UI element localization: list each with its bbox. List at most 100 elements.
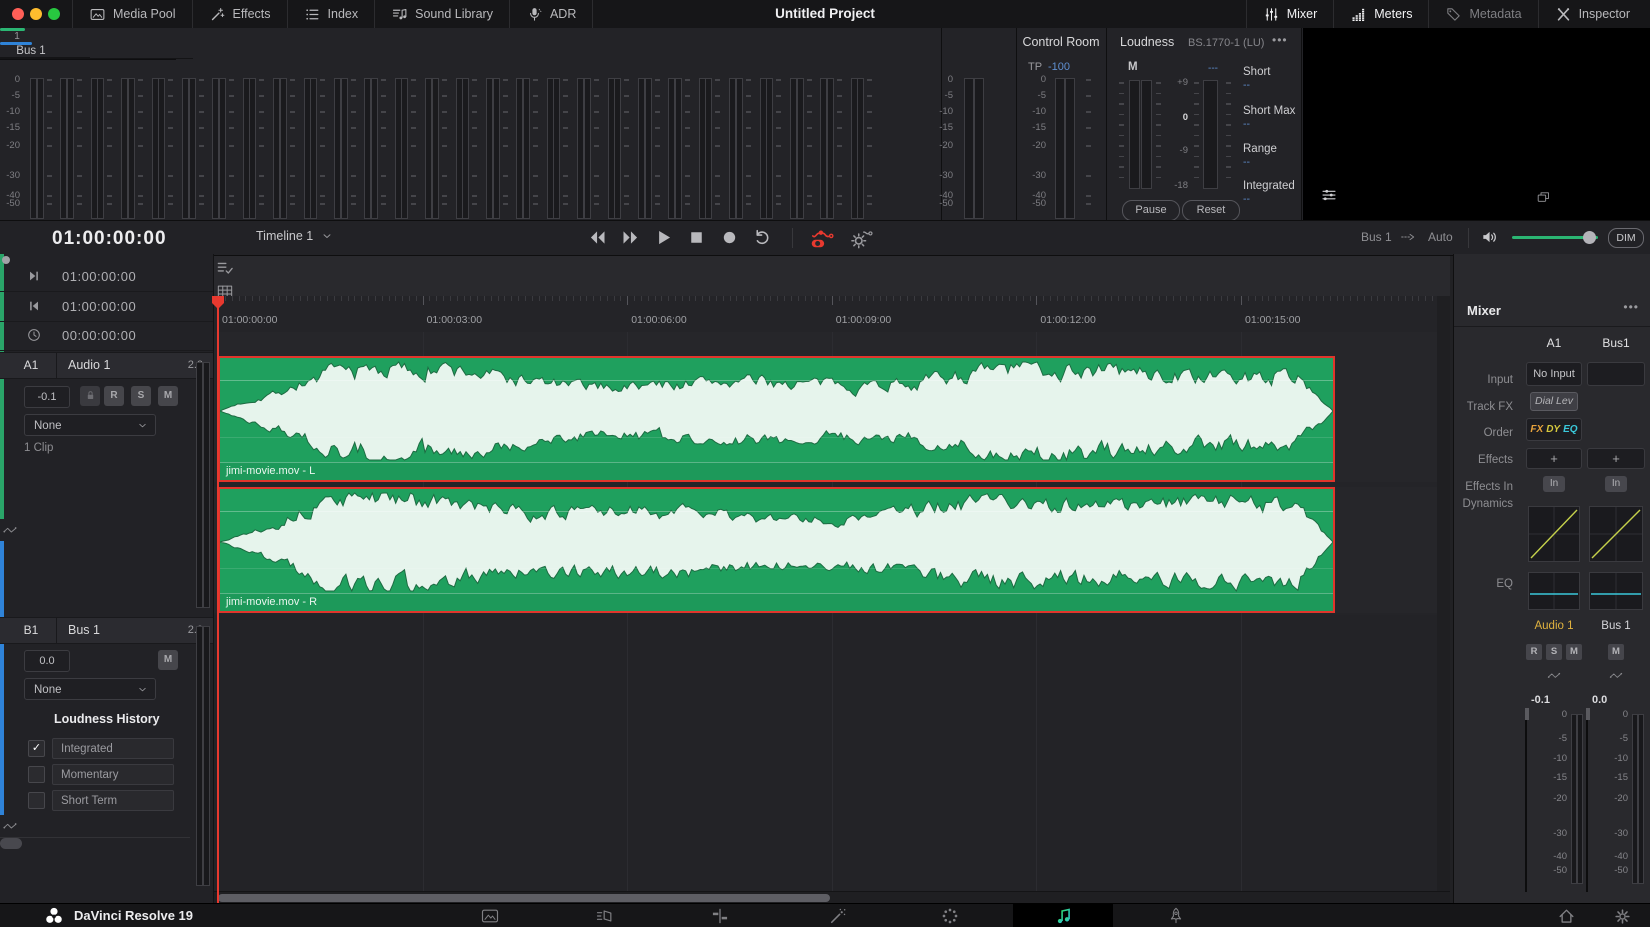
home-icon[interactable]	[1556, 906, 1576, 926]
rewind-button[interactable]	[586, 224, 608, 250]
close-button[interactable]	[12, 8, 24, 20]
page-media[interactable]	[480, 906, 500, 926]
monitor-mode-label[interactable]: Auto	[1428, 230, 1453, 244]
monitor-volume-knob[interactable]	[1583, 231, 1596, 244]
lock-icon[interactable]	[80, 386, 100, 406]
track-gain-field[interactable]: -0.1	[24, 386, 70, 408]
page-cut[interactable]	[595, 906, 615, 926]
play-button[interactable]	[652, 224, 674, 250]
page-deliver[interactable]	[1166, 906, 1186, 926]
titlebar-button-inspector[interactable]: Inspector	[1538, 0, 1646, 28]
audio-clip[interactable]: jimi-movie.mov - R	[218, 487, 1335, 613]
fast-forward-button[interactable]	[619, 224, 641, 250]
strip-eq-graph[interactable]	[1589, 572, 1643, 610]
audio-clip[interactable]: jimi-movie.mov - L	[218, 356, 1335, 482]
strip-fader[interactable]: 0-5-10-15-20-30-40-50	[1586, 708, 1646, 892]
playhead-line[interactable]	[217, 296, 219, 903]
pause-button[interactable]: Pause	[1122, 200, 1180, 221]
strip-add-effect-button[interactable]: +	[1526, 448, 1582, 469]
reset-button[interactable]: Reset	[1182, 200, 1240, 221]
duration-icon[interactable]	[26, 327, 42, 343]
meter-dash	[594, 95, 599, 97]
titlebar-button-metadata[interactable]: Metadata	[1428, 0, 1537, 28]
option-field[interactable]: Integrated	[52, 738, 174, 759]
checkbox-short-term[interactable]	[28, 792, 45, 809]
timeline-selector[interactable]: Timeline 1	[256, 229, 333, 243]
ruler-timecode-label: 01:00:15:00	[1245, 314, 1300, 326]
strip-fader[interactable]: 0-5-10-15-20-30-40-50	[1525, 708, 1583, 892]
mixer-menu-button[interactable]: •••	[1623, 300, 1639, 314]
track-color-strip-b1	[0, 541, 4, 815]
page-fairlight[interactable]	[1053, 906, 1073, 926]
strip-dynamics-graph[interactable]	[1528, 506, 1580, 562]
strip-s-button[interactable]: S	[1546, 644, 1562, 660]
titlebar-button-index[interactable]: Index	[288, 0, 376, 28]
timeline-ruler[interactable]: 01:00:00:0001:00:03:0001:00:06:0001:00:0…	[213, 296, 1450, 333]
stop-button[interactable]	[685, 224, 707, 250]
track-r-button[interactable]: R	[104, 386, 124, 406]
option-field[interactable]: Short Term	[52, 790, 174, 811]
zoom-button[interactable]	[48, 8, 60, 20]
titlebar-button-media-pool[interactable]: Media Pool	[73, 0, 193, 28]
checkbox-momentary[interactable]	[28, 766, 45, 783]
automation-curve-icon[interactable]	[0, 815, 24, 837]
meter-dash	[1119, 177, 1124, 179]
strip-channel-name[interactable]: Bus 1	[1586, 620, 1646, 632]
fx-dropdown[interactable]: None	[24, 414, 156, 436]
playhead-marker[interactable]	[211, 296, 225, 310]
monitor-bus-label[interactable]: Bus 1	[1361, 230, 1392, 244]
minimize-button[interactable]	[30, 8, 42, 20]
dim-button[interactable]: DIM	[1608, 228, 1644, 248]
ruler-tick	[791, 296, 792, 301]
strip-effects-in-button[interactable]: In	[1543, 476, 1565, 492]
loudness-history-toggle[interactable]	[0, 838, 22, 849]
automation-toggle-icon[interactable]	[808, 224, 836, 250]
strip-channel-name[interactable]: Audio 1	[1525, 620, 1583, 632]
strip-input[interactable]	[1587, 362, 1645, 386]
strip-effects-in-button[interactable]: In	[1605, 476, 1627, 492]
timeline-tracks-area[interactable]: jimi-movie.mov - Ljimi-movie.mov - R	[213, 332, 1450, 903]
page-color[interactable]	[940, 906, 960, 926]
strip-m-button[interactable]: M	[1566, 644, 1582, 660]
strip-m-button[interactable]: M	[1608, 644, 1624, 660]
speaker-icon[interactable]	[1480, 227, 1500, 247]
titlebar-button-meters[interactable]: Meters	[1333, 0, 1428, 28]
option-field[interactable]: Momentary	[52, 764, 174, 785]
track-b1-header[interactable]: B1Bus 12.0	[0, 617, 213, 644]
goto-end-icon[interactable]	[26, 268, 42, 284]
bus-fx-dropdown[interactable]: None	[24, 678, 156, 700]
expand-viewer-icon[interactable]	[1536, 190, 1551, 205]
bus-m-button[interactable]: M	[158, 650, 178, 670]
strip-input[interactable]: No Input	[1526, 362, 1582, 386]
meter-dash	[715, 111, 720, 113]
strip-order[interactable]: FXDYEQ	[1526, 418, 1582, 441]
titlebar-button-mixer[interactable]: Mixer	[1246, 0, 1334, 28]
automation-curve-icon[interactable]	[0, 519, 24, 541]
strip-r-button[interactable]: R	[1526, 644, 1542, 660]
titlebar-button-effects[interactable]: Effects	[193, 0, 288, 28]
page-fusion[interactable]	[828, 906, 848, 926]
loudness-menu-button[interactable]: •••	[1272, 33, 1288, 47]
goto-start-icon[interactable]	[26, 298, 42, 314]
timeline-view-options-icon[interactable]	[213, 256, 237, 280]
automation-settings-icon[interactable]	[848, 224, 876, 250]
titlebar-button-sound-library[interactable]: Sound Library	[375, 0, 510, 28]
track-s-button[interactable]: S	[131, 386, 151, 406]
strip-automation-icon[interactable]	[1606, 666, 1626, 684]
strip-automation-icon[interactable]	[1544, 666, 1564, 684]
channel-number-label: 1	[0, 31, 34, 42]
strip-eq-graph[interactable]	[1528, 572, 1580, 610]
settings-gear-icon[interactable]	[1612, 906, 1632, 926]
page-edit[interactable]	[710, 906, 730, 926]
checkbox-integrated[interactable]: ✓	[28, 740, 45, 757]
track-m-button[interactable]: M	[158, 386, 178, 406]
strip-dynamics-graph[interactable]	[1589, 506, 1643, 562]
titlebar-button-adr[interactable]: ADR	[510, 0, 593, 28]
strip-trackfx-plugin[interactable]: Dial Lev	[1530, 392, 1578, 411]
viewer-options-icon[interactable]	[1320, 186, 1338, 204]
strip-add-effect-button[interactable]: +	[1587, 448, 1645, 469]
track-a1-header[interactable]: A1Audio 12.0	[0, 352, 213, 379]
bus-gain-field[interactable]: 0.0	[24, 650, 70, 672]
record-button[interactable]	[718, 224, 740, 250]
loop-button[interactable]	[751, 224, 773, 250]
